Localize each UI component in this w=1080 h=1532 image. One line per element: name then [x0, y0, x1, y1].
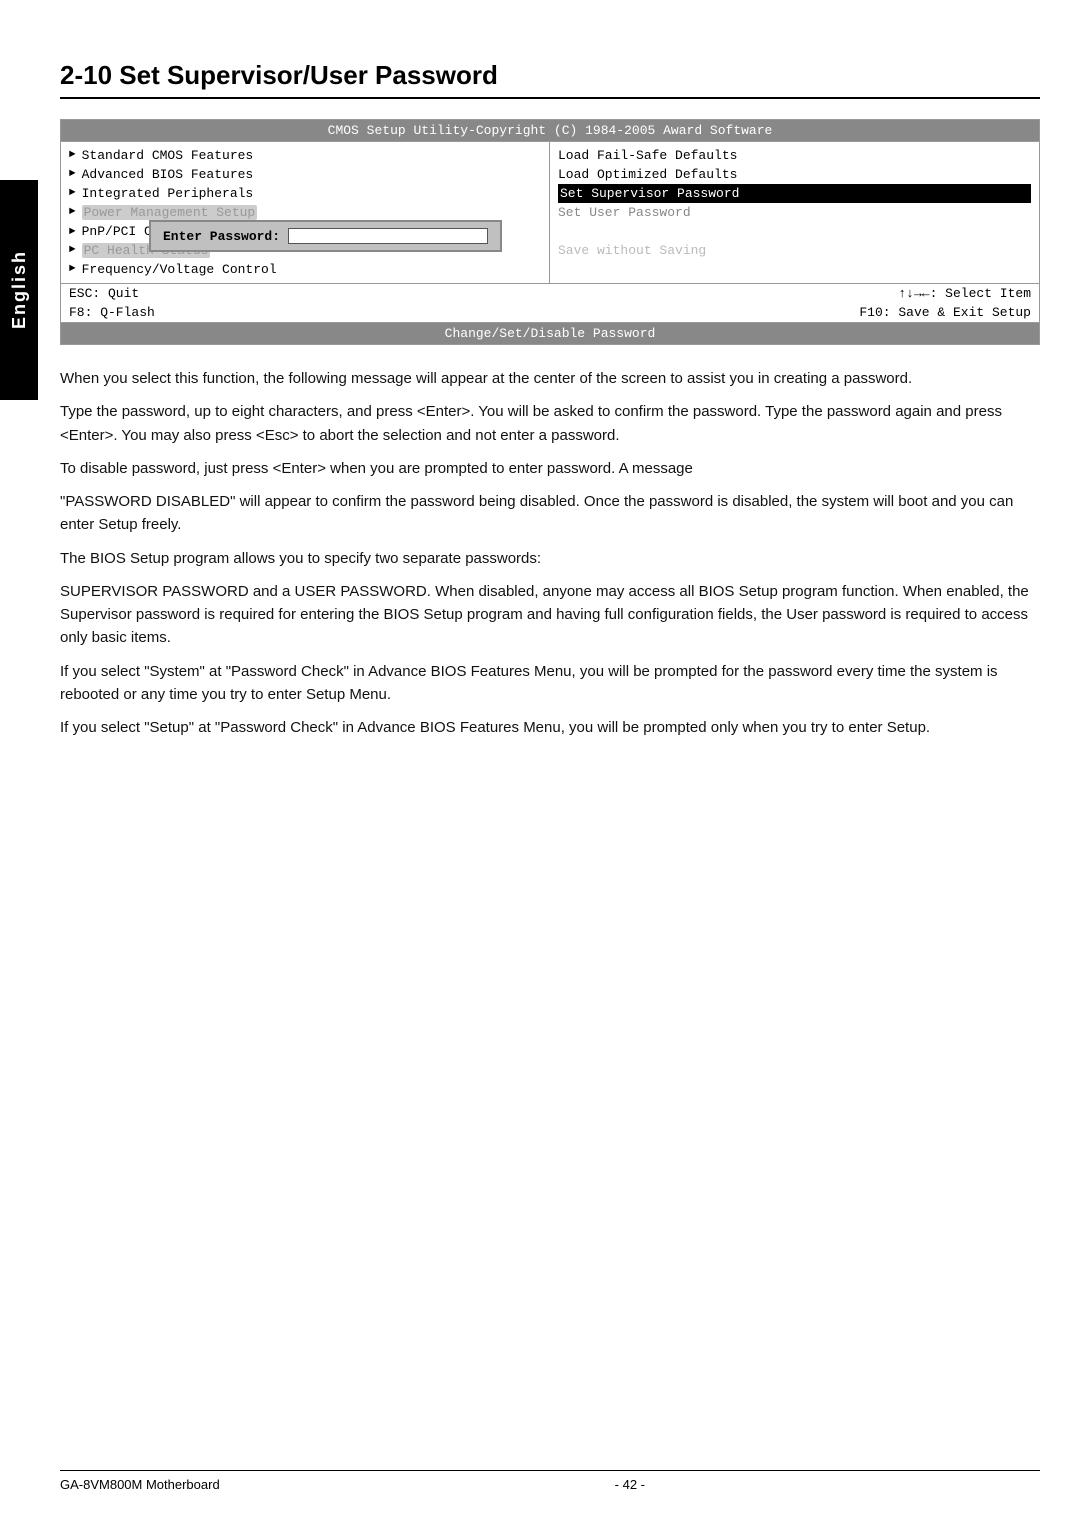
bios-footer-row2: F8: Q-Flash F10: Save & Exit Setup: [61, 303, 1039, 322]
body-para-2: Type the password, up to eight character…: [60, 400, 1040, 447]
footer-center: - 42 -: [615, 1477, 645, 1492]
page-title: 2-10 Set Supervisor/User Password: [60, 60, 1040, 99]
bios-right-load-failsafe: Load Fail-Safe Defaults: [558, 146, 1031, 165]
bios-right-load-optimized: Load Optimized Defaults: [558, 165, 1031, 184]
body-para-7: If you select "System" at "Password Chec…: [60, 660, 1040, 707]
sidebar-tab: English: [0, 180, 38, 400]
bios-password-dialog: Enter Password:: [149, 220, 502, 252]
password-input-display[interactable]: [288, 228, 488, 244]
bios-f10: F10: Save & Exit Setup: [859, 305, 1031, 320]
bios-item-text: PnP/PCI C: [82, 224, 152, 239]
bios-left-column: ► Standard CMOS Features ► Advanced BIOS…: [61, 142, 550, 283]
bios-item-frequency: ► Frequency/Voltage Control: [69, 260, 541, 279]
arrow-icon: ►: [69, 244, 76, 256]
bios-body: ► Standard CMOS Features ► Advanced BIOS…: [61, 141, 1039, 283]
body-para-1: When you select this function, the follo…: [60, 367, 1040, 390]
bios-screenshot: CMOS Setup Utility-Copyright (C) 1984-20…: [60, 119, 1040, 345]
arrow-icon: ►: [69, 226, 76, 238]
bios-esc-quit: ESC: Quit: [69, 286, 139, 301]
bios-item-text: Frequency/Voltage Control: [82, 262, 277, 277]
bios-header: CMOS Setup Utility-Copyright (C) 1984-20…: [61, 120, 1039, 141]
bios-f8: F8: Q-Flash: [69, 305, 155, 320]
bios-right-blank2: [558, 260, 1031, 279]
sidebar-label: English: [9, 250, 30, 329]
body-paragraphs: When you select this function, the follo…: [60, 367, 1040, 739]
footer-left: GA-8VM800M Motherboard: [60, 1477, 220, 1492]
bios-item-text: Standard CMOS Features: [82, 148, 254, 163]
bios-item-pnp: ► PnP/PCI C Enter Password:: [69, 222, 541, 241]
bios-item-standard: ► Standard CMOS Features: [69, 146, 541, 165]
page-footer: GA-8VM800M Motherboard - 42 -: [60, 1470, 1040, 1492]
body-para-3: To disable password, just press <Enter> …: [60, 457, 1040, 480]
main-content: 2-10 Set Supervisor/User Password CMOS S…: [60, 0, 1040, 739]
bios-right-save-without: Save without Saving: [558, 241, 1031, 260]
bios-item-advanced: ► Advanced BIOS Features: [69, 165, 541, 184]
bios-select-item: ↑↓→←: Select Item: [898, 286, 1031, 301]
bios-right-set-supervisor[interactable]: Set Supervisor Password: [558, 184, 1031, 203]
arrow-icon: ►: [69, 168, 76, 180]
bios-item-text: Integrated Peripherals: [82, 186, 254, 201]
arrow-icon: ►: [69, 187, 76, 199]
bios-footer: ESC: Quit ↑↓→←: Select Item F8: Q-Flash …: [61, 283, 1039, 322]
dialog-label: Enter Password:: [163, 229, 280, 244]
bios-item-text: Advanced BIOS Features: [82, 167, 254, 182]
arrow-icon: ►: [69, 263, 76, 275]
arrow-icon: ►: [69, 206, 76, 218]
bios-right-column: Load Fail-Safe Defaults Load Optimized D…: [550, 142, 1039, 283]
bios-item-integrated: ► Integrated Peripherals: [69, 184, 541, 203]
bios-right-set-user: Set User Password: [558, 203, 1031, 222]
bios-item-text: Power Management Setup: [82, 205, 258, 220]
body-para-8: If you select "Setup" at "Password Check…: [60, 716, 1040, 739]
bios-right-blank1: [558, 222, 1031, 241]
arrow-icon: ►: [69, 149, 76, 161]
bios-footer-row1: ESC: Quit ↑↓→←: Select Item: [61, 284, 1039, 303]
body-para-6: SUPERVISOR PASSWORD and a USER PASSWORD.…: [60, 580, 1040, 650]
bios-footer-bottom: Change/Set/Disable Password: [61, 322, 1039, 344]
body-para-4: "PASSWORD DISABLED" will appear to confi…: [60, 490, 1040, 537]
body-para-5: The BIOS Setup program allows you to spe…: [60, 547, 1040, 570]
